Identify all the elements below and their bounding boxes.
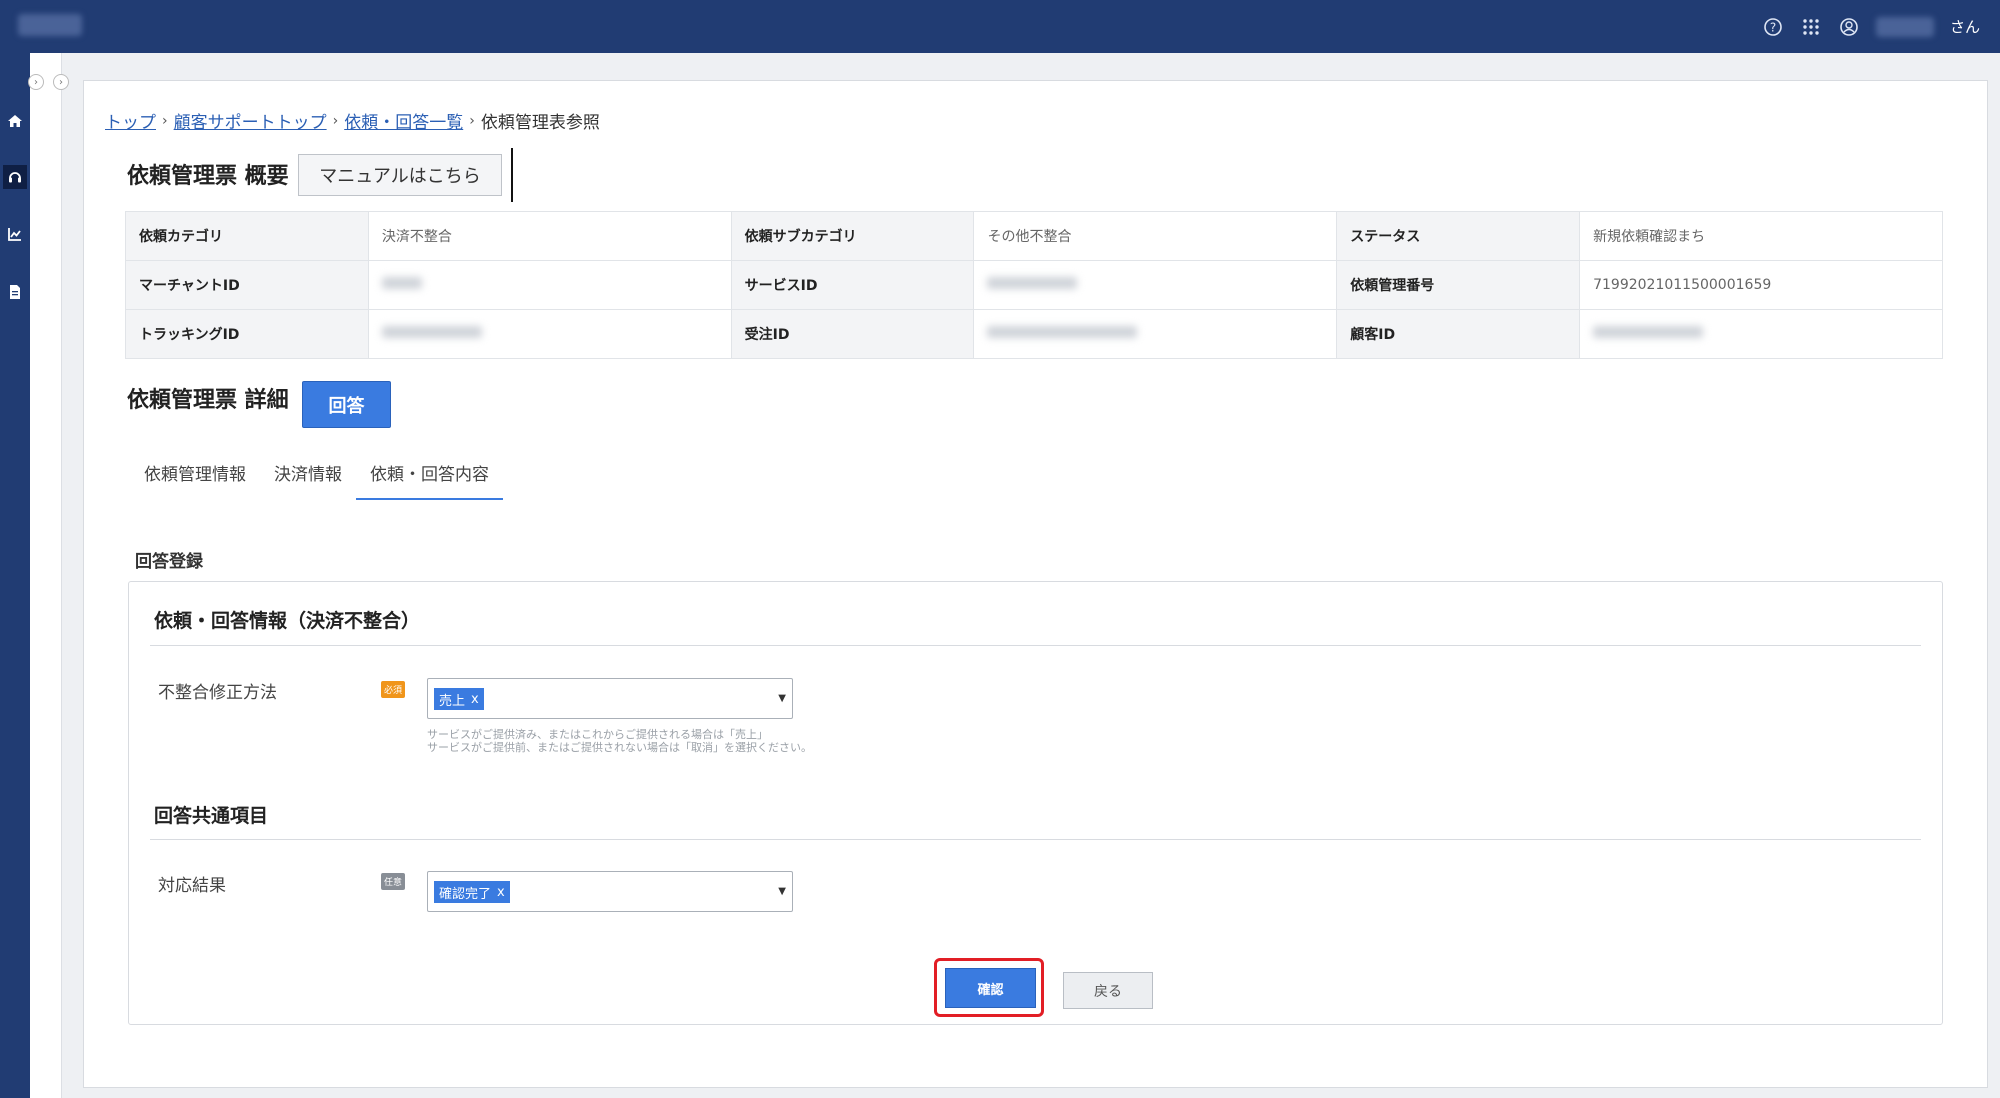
breadcrumb-current: 依頼管理表参照 [480, 113, 600, 133]
table-label: ステータス [1336, 211, 1581, 261]
table-row: 依頼カテゴリ 決済不整合 依頼サブカテゴリ その他不整合 ステータス 新規依頼確… [125, 211, 1943, 261]
breadcrumb: トップ › 顧客サポートトップ › 依頼・回答一覧 › 依頼管理表参照 [105, 108, 600, 134]
breadcrumb-separator: › [162, 112, 168, 129]
table-value-redacted [367, 309, 732, 359]
breadcrumb-separator: › [469, 112, 475, 129]
table-value: 決済不整合 [367, 211, 732, 261]
chevron-right-icon[interactable]: › [28, 74, 44, 90]
tab-request-info[interactable]: 依頼管理情報 [130, 455, 260, 500]
chip-remove-icon[interactable]: x [497, 885, 505, 900]
table-label: マーチャントID [125, 260, 369, 310]
text-cursor [511, 148, 513, 202]
account-icon[interactable] [1838, 16, 1860, 38]
divider [150, 645, 1921, 646]
highlight-box [934, 958, 1044, 1017]
group1-title: 依頼・回答情報（決済不整合） [154, 610, 421, 632]
result-select[interactable]: 確認完了 x ▼ [427, 871, 793, 912]
user-name[interactable] [1875, 16, 1934, 37]
detail-title: 依頼管理票 詳細 [127, 388, 289, 413]
app-logo [18, 14, 82, 36]
help-line: サービスがご提供前、またはご提供されない場合は「取消」を選択ください。 [427, 741, 812, 754]
chip-label: 確認完了 [439, 886, 492, 902]
apps-grid-icon[interactable] [1800, 16, 1822, 38]
back-button[interactable]: 戻る [1063, 972, 1153, 1009]
top-header: ? さん [0, 0, 2000, 53]
tab-payment-info[interactable]: 決済情報 [260, 455, 356, 500]
table-row: マーチャントID サービスID 依頼管理番号 71992021011500001… [125, 260, 1943, 310]
nav-gutter [30, 53, 62, 1098]
table-label: 受注ID [730, 309, 975, 359]
header-actions: ? さん [1762, 0, 1980, 53]
caret-down-icon[interactable]: ▼ [778, 886, 786, 897]
support-headset-icon[interactable] [3, 165, 27, 189]
document-icon[interactable] [3, 280, 27, 304]
chip-label: 売上 [439, 693, 466, 709]
help-circle-icon[interactable]: ? [1762, 16, 1784, 38]
table-label: 依頼サブカテゴリ [730, 211, 975, 261]
field-label: 不整合修正方法 [158, 683, 277, 703]
table-value: 71992021011500001659 [1579, 260, 1943, 310]
divider [150, 839, 1921, 840]
answer-button[interactable]: 回答 [302, 381, 391, 428]
overview-table: 依頼カテゴリ 決済不整合 依頼サブカテゴリ その他不整合 ステータス 新規依頼確… [125, 211, 1943, 359]
selected-chip: 売上 x [434, 688, 484, 710]
overview-title: 依頼管理票 概要 [127, 164, 289, 189]
answer-registration-label: 回答登録 [135, 552, 203, 572]
manual-button[interactable]: マニュアルはこちら [298, 154, 502, 196]
chart-icon[interactable] [3, 222, 27, 246]
tab-request-answer[interactable]: 依頼・回答内容 [356, 455, 503, 500]
table-value-redacted [367, 260, 732, 310]
breadcrumb-support-top[interactable]: 顧客サポートトップ [174, 108, 327, 133]
group2-title: 回答共通項目 [154, 805, 269, 827]
home-icon[interactable] [3, 109, 27, 133]
table-label: サービスID [730, 260, 975, 310]
required-badge: 必須 [381, 681, 405, 698]
field-label: 対応結果 [158, 876, 226, 896]
selected-chip: 確認完了 x [434, 881, 510, 903]
chevron-right-icon[interactable]: › [53, 74, 69, 90]
table-value-redacted [973, 260, 1338, 310]
table-label: 依頼カテゴリ [125, 211, 369, 261]
table-value: 新規依頼確認まち [1579, 211, 1943, 261]
table-row: トラッキングID 受注ID 顧客ID [125, 309, 1943, 359]
table-label: 依頼管理番号 [1336, 260, 1581, 310]
optional-badge: 任意 [381, 873, 405, 890]
table-label: 顧客ID [1336, 309, 1581, 359]
breadcrumb-separator: › [332, 112, 339, 129]
caret-down-icon[interactable]: ▼ [778, 693, 786, 704]
user-suffix: さん [1949, 18, 1980, 36]
help-line: サービスがご提供済み、またはこれからご提供される場合は「売上」 [427, 728, 768, 741]
breadcrumb-top[interactable]: トップ [105, 108, 156, 133]
table-label: トラッキングID [125, 309, 369, 359]
left-nav [0, 53, 30, 1098]
table-value: その他不整合 [973, 211, 1338, 261]
breadcrumb-request-list[interactable]: 依頼・回答一覧 [344, 108, 463, 133]
detail-tabs: 依頼管理情報 決済情報 依頼・回答内容 [130, 455, 503, 500]
table-value-redacted [1579, 309, 1943, 359]
chip-remove-icon[interactable]: x [471, 692, 479, 707]
help-text: サービスがご提供済み、またはこれからご提供される場合は「売上」 サービスがご提供… [427, 728, 812, 754]
fix-method-select[interactable]: 売上 x ▼ [427, 678, 793, 719]
svg-text:?: ? [1770, 20, 1776, 34]
table-value-redacted [973, 309, 1338, 359]
